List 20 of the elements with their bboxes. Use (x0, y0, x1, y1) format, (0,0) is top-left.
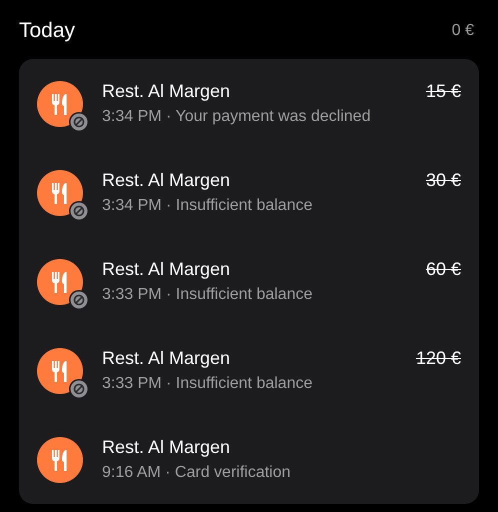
transaction-detail: 9:16 AM · Card verification (102, 464, 291, 482)
merchant-name: Rest. Al Margen (102, 348, 230, 369)
fork-knife-icon (37, 258, 83, 304)
fork-knife-icon (37, 348, 83, 394)
transaction-detail: 3:33 PM · Insufficient balance (102, 286, 312, 304)
merchant-name: Rest. Al Margen (102, 437, 230, 458)
transaction-amount: 30 € (426, 170, 461, 191)
merchant-name: Rest. Al Margen (102, 81, 230, 102)
section-total: 0 € (452, 22, 474, 40)
transaction-amount: 15 € (426, 81, 461, 102)
fork-knife-icon (37, 80, 83, 126)
transaction-detail: 3:34 PM · Your payment was declined (102, 108, 371, 126)
transaction-amount: 120 € (416, 348, 461, 369)
merchant-name: Rest. Al Margen (102, 170, 230, 191)
transaction-amount: 60 € (426, 259, 461, 280)
transaction-detail: 3:34 PM · Insufficient balance (102, 197, 312, 215)
fork-knife-icon (37, 170, 83, 216)
transaction-detail: 3:33 PM · Insufficient balance (102, 375, 312, 393)
merchant-name: Rest. Al Margen (102, 259, 230, 280)
section-title: Today (19, 19, 76, 43)
